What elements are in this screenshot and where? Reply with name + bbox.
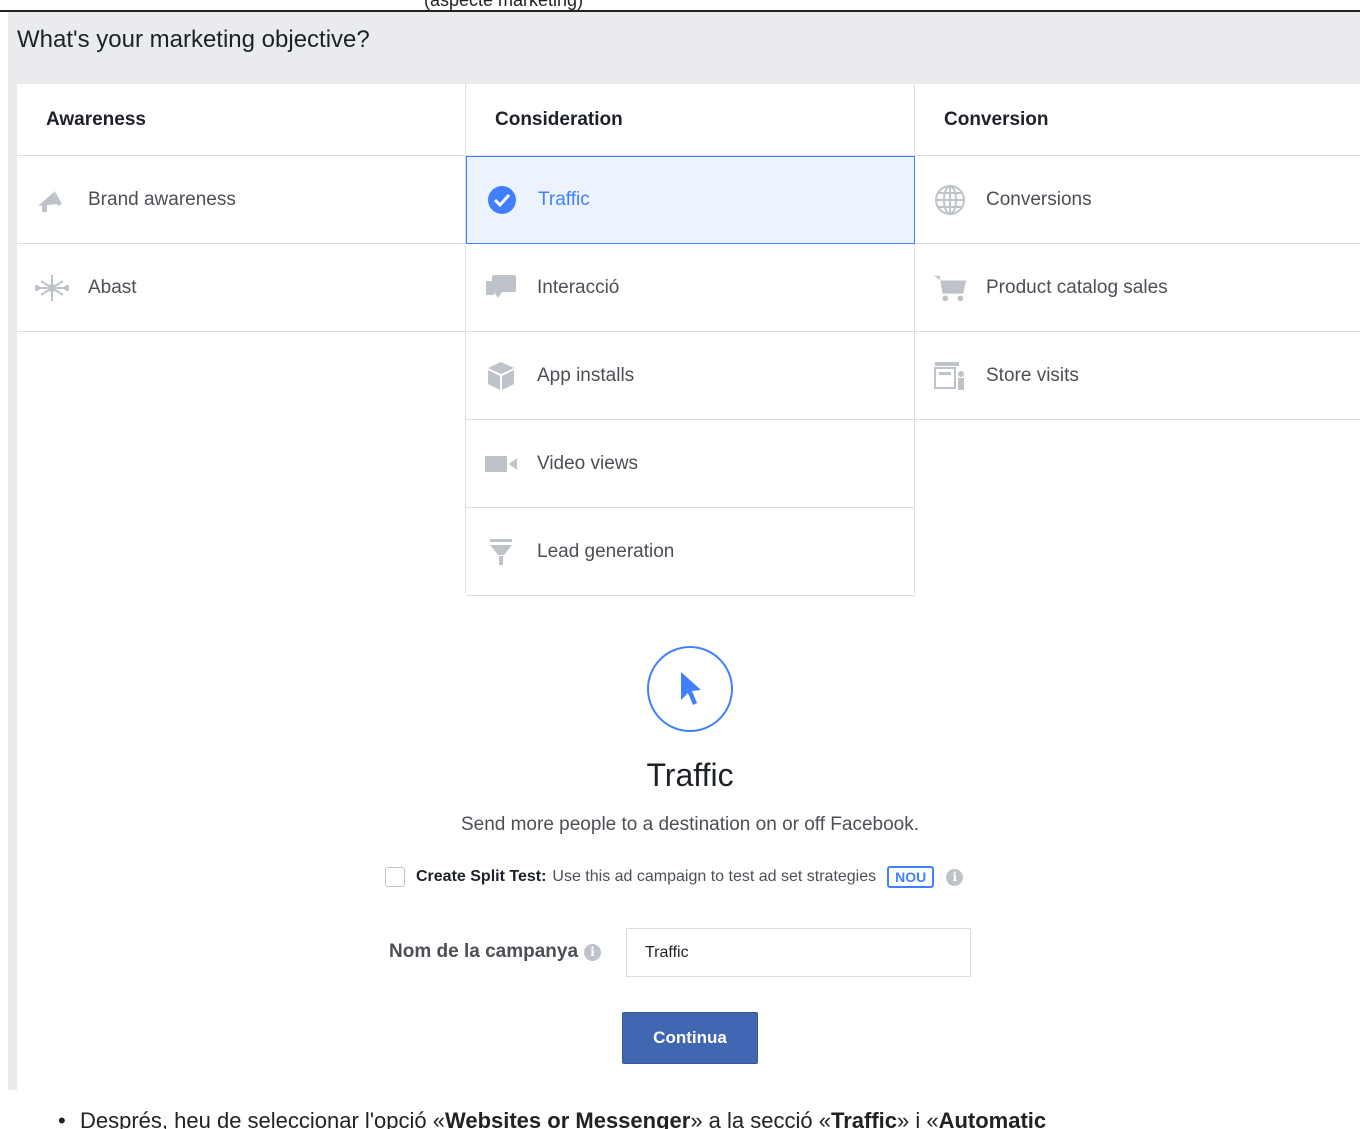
option-traffic[interactable]: Traffic [466, 156, 915, 244]
new-badge: NOU [887, 866, 935, 888]
option-label: Brand awareness [88, 188, 236, 210]
option-label: Abast [88, 276, 137, 298]
option-label: Traffic [538, 189, 590, 210]
continue-button[interactable]: Continua [622, 1012, 758, 1064]
globe-icon [933, 183, 967, 217]
split-test-row: Create Split Test: Use this ad campaign … [385, 865, 964, 889]
store-icon [933, 359, 967, 393]
option-label: Video views [537, 452, 639, 474]
campaign-name-input[interactable] [626, 928, 971, 977]
split-test-label: Create Split Test: [416, 868, 547, 885]
option-conversions[interactable]: Conversions [915, 156, 1360, 244]
option-store-visits[interactable]: Store visits [915, 332, 1360, 420]
info-icon[interactable]: i [584, 943, 602, 961]
objective-detail-description: Send more people to a destination on or … [460, 814, 920, 835]
column-header-consideration: Consideration [466, 84, 915, 156]
option-label: Lead generation [537, 540, 675, 562]
column-header-conversion: Conversion [915, 84, 1360, 156]
campaign-name-label-text: Nom de la campanya [389, 941, 579, 962]
split-test-checkbox[interactable] [385, 867, 405, 887]
option-lead-generation[interactable]: Lead generation [466, 508, 915, 596]
option-label: Interacció [537, 276, 620, 298]
check-circle-icon [485, 183, 519, 217]
page-title: What's your marketing objective? [17, 26, 370, 53]
reach-icon [35, 271, 69, 305]
box-icon [484, 359, 518, 393]
option-product-catalog-sales[interactable]: Product catalog sales [915, 244, 1360, 332]
funnel-icon [484, 535, 518, 569]
campaign-name-label: Nom de la campanya i [389, 939, 602, 965]
option-reach[interactable]: Abast [17, 244, 466, 332]
option-engagement[interactable]: Interacció [466, 244, 915, 332]
option-video-views[interactable]: Video views [466, 420, 915, 508]
split-test-text: Use this ad campaign to test ad set stra… [552, 868, 877, 885]
option-brand-awareness[interactable]: Brand awareness [17, 156, 466, 244]
option-label: Conversions [986, 188, 1092, 210]
megaphone-icon [35, 183, 69, 217]
video-camera-icon [484, 447, 518, 481]
footer-instruction-text: Després, heu de seleccionar l'opció «Web… [58, 1108, 1046, 1129]
cursor-icon [647, 646, 733, 732]
objective-detail-title: Traffic [646, 757, 734, 793]
info-icon[interactable]: i [946, 868, 964, 886]
column-header-awareness: Awareness [17, 84, 466, 156]
cart-icon [933, 271, 967, 305]
option-label: App installs [537, 364, 635, 386]
option-app-installs[interactable]: App installs [466, 332, 915, 420]
option-label: Store visits [986, 364, 1079, 386]
chat-bubbles-icon [484, 271, 518, 305]
option-label: Product catalog sales [986, 276, 1168, 298]
